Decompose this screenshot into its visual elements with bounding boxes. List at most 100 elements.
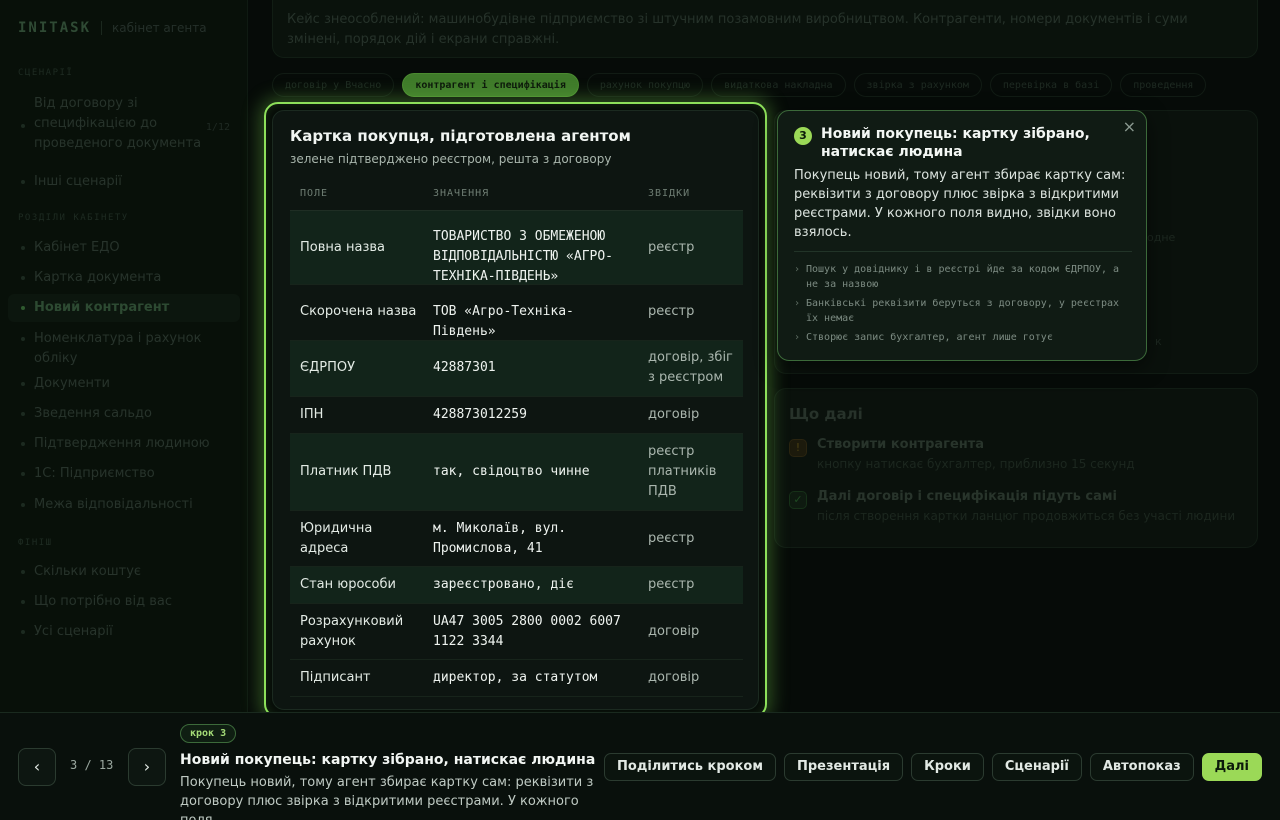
source-cell: реєстр — [648, 577, 695, 592]
bullet-icon — [21, 570, 25, 574]
check-icon: ✓ — [789, 491, 807, 509]
bullet-icon — [21, 442, 25, 446]
sidebar-item-label: Документи — [34, 376, 110, 391]
whats-next-item-subtitle: після створення картки ланцюг продовжить… — [817, 509, 1236, 523]
step-number-badge: 3 — [794, 127, 812, 145]
table-body: Повна назва ТОВАРИСТВО З ОБМЕЖЕНОЮ ВІДПОВ… — [290, 211, 743, 697]
next-step-arrow-button[interactable]: › — [128, 748, 166, 786]
sidebar-item-documents[interactable]: Документи — [8, 374, 240, 394]
brand-divider — [101, 21, 103, 35]
bullet-icon — [21, 503, 25, 507]
buyer-table: ПОЛЕ ЗНАЧЕННЯ ЗВІДКИ Повна назва ТОВАРИСТ… — [290, 179, 743, 697]
brand: INITASK кабінет агента — [18, 20, 207, 36]
prev-step-button[interactable]: ‹ — [18, 748, 56, 786]
tooltip-divider — [794, 251, 1132, 252]
sidebar-item-label: Кабінет ЕДО — [34, 240, 120, 255]
tab-reconcile[interactable]: звірка з рахунком — [853, 73, 982, 97]
steps-button[interactable]: Кроки — [911, 753, 984, 781]
table-row: Повна назва ТОВАРИСТВО З ОБМЕЖЕНОЮ ВІДПОВ… — [290, 211, 743, 285]
sidebar-item-label: Усі сценарії — [34, 624, 113, 639]
buyer-card: Картка покупця, підготовлена агентом зел… — [272, 110, 759, 710]
autoplay-button[interactable]: Автопоказ — [1089, 753, 1194, 781]
tooltip-bullet: Пошук у довіднику і в реєстрі йде за код… — [794, 262, 1134, 292]
source-cell: реєстр — [648, 304, 695, 319]
step-tooltip: 3 Новий покупець: картку зібрано, натиск… — [777, 110, 1147, 361]
table-header: ПОЛЕ ЗНАЧЕННЯ ЗВІДКИ — [290, 179, 743, 211]
table-row: Підписант директор, за статутом договір — [290, 660, 743, 697]
tooltip-bullet: Створює запис бухгалтер, агент лише готу… — [794, 330, 1134, 345]
bullet-icon — [21, 630, 25, 634]
app-root: INITASK кабінет агента СЦЕНАРІЇ Від дого… — [0, 0, 1280, 820]
table-row: Скорочена назва ТОВ «Агро-Техніка-Південь… — [290, 285, 743, 341]
tab-invoice[interactable]: рахунок покупцю — [586, 73, 704, 97]
card-title: Картка покупця, підготовлена агентом — [290, 127, 631, 145]
action-buttons: Поділитись кроком Презентація Кроки Сцен… — [604, 753, 1262, 781]
whats-next-item-subtitle: кнопку натискає бухгалтер, приблизно 15 … — [817, 457, 1135, 471]
field-cell: Скорочена назва — [300, 304, 417, 319]
sidebar-item-edo[interactable]: Кабінет ЕДО — [8, 238, 240, 258]
sidebar: INITASK кабінет агента СЦЕНАРІЇ Від дого… — [0, 0, 248, 712]
column-header-source: ЗВІДКИ — [648, 188, 691, 199]
tab-waybill[interactable]: видаткова накладна — [711, 73, 846, 97]
bullet-icon — [21, 600, 25, 604]
tooltip-title: Новий покупець: картку зібрано, натискає… — [821, 126, 1090, 160]
source-cell: договір — [648, 670, 700, 685]
column-header-field: ПОЛЕ — [300, 188, 329, 199]
sidebar-item-cost[interactable]: Скільки коштує — [8, 562, 240, 582]
whats-next-item-title: Створити контрагента — [817, 437, 985, 452]
table-row: Розрахунковий рахунок UA47 3005 2800 0002… — [290, 604, 743, 660]
sidebar-item-label: 1С: Підприємство — [34, 466, 155, 481]
sidebar-item-label: Картка документа — [34, 270, 162, 285]
bottom-bar: ‹ 3 / 13 › крок 3 Новий покупець: картку… — [0, 712, 1280, 820]
value-cell: 42887301 — [433, 360, 496, 375]
sidebar-item-scenario-main[interactable]: Від договору зі специфікацією до проведе… — [8, 94, 240, 160]
sidebar-item-nomenclature[interactable]: Номенклатура і рахунок обліку — [8, 329, 240, 369]
sidebar-item-human-confirm[interactable]: Підтвердження людиною — [8, 434, 240, 454]
scenarios-button[interactable]: Сценарії — [991, 753, 1082, 781]
sidebar-item-label: Зведення сальдо — [34, 406, 152, 421]
bottom-step-description: Покупець новий, тому агент збирає картку… — [180, 775, 594, 820]
field-cell: ЄДРПОУ — [300, 360, 356, 375]
step-counter: 3 / 13 — [70, 758, 114, 772]
warning-icon: ! — [789, 439, 807, 457]
scenario-progress: 1/12 — [205, 122, 230, 133]
tab-contract[interactable]: договір у Вчасно — [272, 73, 395, 97]
source-cell: реєстр платників ПДВ — [648, 444, 717, 499]
next-button[interactable]: Далі — [1201, 753, 1262, 781]
value-cell: ТОВ «Агро-Техніка-Південь» — [433, 304, 574, 339]
sidebar-item-label: Що потрібно від вас — [34, 594, 172, 609]
tooltip-bullets: Пошук у довіднику і в реєстрі йде за код… — [794, 262, 1134, 349]
step-tabs: договір у Вчасно контрагент і специфікац… — [272, 72, 1262, 98]
background-text-fragment: к — [1155, 335, 1162, 348]
sidebar-item-1c[interactable]: 1С: Підприємство — [8, 464, 240, 484]
field-cell: Підписант — [300, 670, 371, 685]
share-step-button[interactable]: Поділитись кроком — [604, 753, 776, 781]
presentation-button[interactable]: Презентація — [783, 753, 904, 781]
sidebar-item-new-counterparty[interactable]: Новий контрагент — [8, 294, 240, 322]
source-cell: договір — [648, 624, 700, 639]
field-cell: ІПН — [300, 407, 324, 422]
table-row: Платник ПДВ так, свідоцтво чинне реєстр пл… — [290, 434, 743, 511]
tooltip-bullet: Банківські реквізити беруться з договору… — [794, 296, 1134, 326]
sidebar-item-document-card[interactable]: Картка документа — [8, 268, 240, 288]
value-cell: директор, за статутом — [433, 670, 598, 685]
sidebar-item-other-scenarios[interactable]: Інші сценарії — [8, 172, 240, 192]
field-cell: Платник ПДВ — [300, 464, 392, 479]
sidebar-item-responsibility[interactable]: Межа відповідальності — [8, 495, 240, 515]
tab-db-check[interactable]: перевірка в базі — [989, 73, 1113, 97]
close-icon[interactable]: × — [1123, 117, 1136, 136]
tab-counterparty[interactable]: контрагент і специфікація — [402, 73, 579, 97]
source-cell: договір, збіг з реєстром — [648, 350, 733, 385]
sidebar-item-label: Підтвердження людиною — [34, 436, 210, 451]
sidebar-item-label: Інші сценарії — [34, 174, 122, 189]
sidebar-item-balance[interactable]: Зведення сальдо — [8, 404, 240, 424]
bullet-icon — [21, 337, 25, 341]
source-cell: договір — [648, 407, 700, 422]
value-cell: ТОВАРИСТВО З ОБМЕЖЕНОЮ ВІДПОВІДАЛЬНІСТЮ … — [433, 229, 614, 284]
sidebar-item-all-scenarios[interactable]: Усі сценарії — [8, 622, 240, 642]
tab-posting[interactable]: проведення — [1120, 73, 1207, 97]
sidebar-item-requirements[interactable]: Що потрібно від вас — [8, 592, 240, 612]
whats-next-title: Що далі — [789, 405, 863, 423]
card-subtitle: зелене підтверджено реєстром, решта з до… — [290, 152, 612, 166]
background-text-fragment: одне — [1147, 231, 1176, 244]
